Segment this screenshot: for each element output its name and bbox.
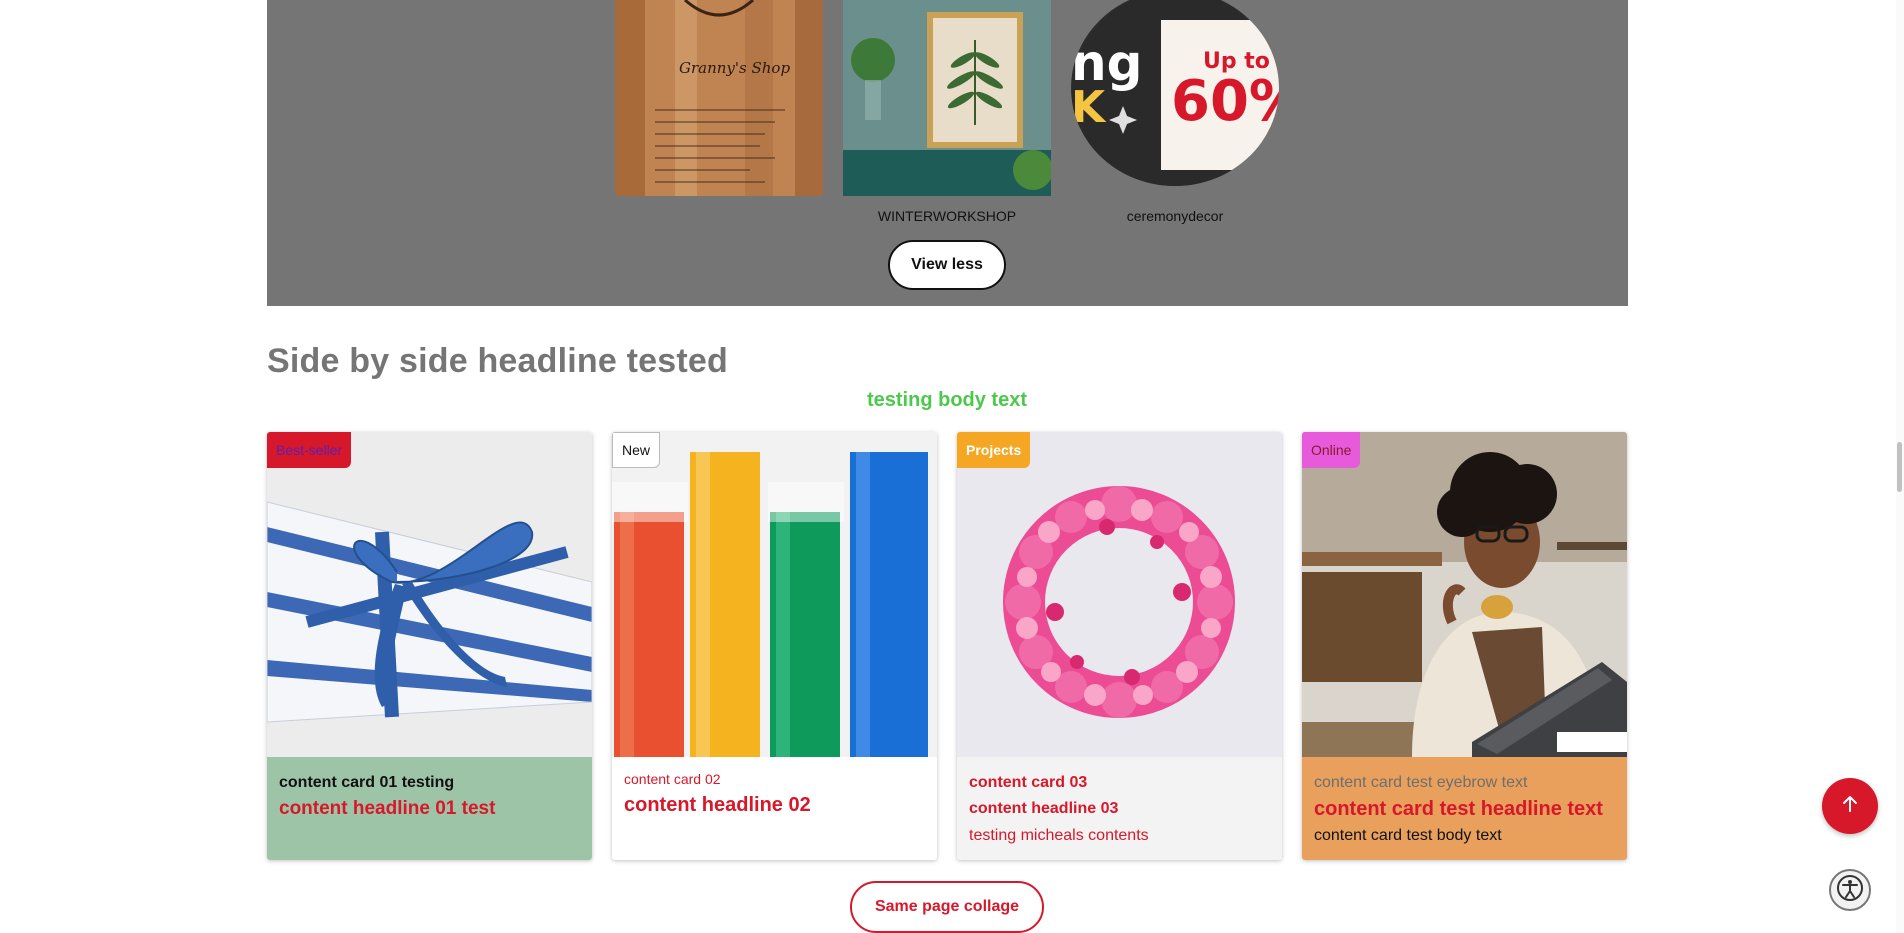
card-image-woman-laptop <box>1302 432 1627 757</box>
card-headline[interactable]: content headline 03 <box>969 795 1270 823</box>
content-card-04[interactable]: Online content card test eyebrow text co… <box>1302 432 1627 860</box>
sale-text-percent: 60% <box>1171 69 1279 134</box>
board-text-grannys: Granny's Shop <box>679 59 790 77</box>
card-headline[interactable]: content headline 01 test <box>279 795 580 823</box>
accessibility-icon <box>1836 874 1864 907</box>
card-eyebrow: content card 03 <box>969 774 1088 791</box>
content-card-01[interactable]: Best-seller content card 01 testing cont… <box>267 432 592 860</box>
card-content: content card 03 content headline 03 test… <box>957 757 1282 860</box>
card-image-pink-wreath <box>957 432 1282 757</box>
card-headline[interactable]: content card test headline text <box>1314 795 1615 823</box>
card-headline[interactable]: content headline 02 <box>624 791 925 819</box>
card-image-gift-wrap <box>267 432 592 757</box>
shop-image-framed-leaf <box>843 0 1051 196</box>
content-card-03[interactable]: Projects content card 03 content headlin… <box>957 432 1282 860</box>
card-image-vinyl-rolls <box>612 432 937 757</box>
arrow-up-icon <box>1840 794 1860 819</box>
scrollbar-thumb[interactable] <box>1897 442 1902 492</box>
card-body: testing micheals contents <box>969 827 1149 844</box>
section-title: Side by side headline tested <box>267 342 728 380</box>
card-content: content card test eyebrow text content c… <box>1302 757 1627 860</box>
card-badge: New <box>612 432 661 468</box>
shop-label-winterworkshop[interactable]: WINTERWORKSHOP <box>837 208 1057 224</box>
card-eyebrow: content card test eyebrow text <box>1314 774 1528 791</box>
view-less-button[interactable]: View less <box>888 240 1006 290</box>
card-badge: Best-seller <box>267 432 352 468</box>
shop-label-ceremonydecor[interactable]: ceremonydecor <box>1065 208 1285 224</box>
card-eyebrow: content card 02 <box>624 771 721 787</box>
scroll-to-top-button[interactable] <box>1822 778 1878 834</box>
same-page-collage-button[interactable]: Same page collage <box>850 881 1044 933</box>
card-badge: Projects <box>957 432 1031 468</box>
card-content: content card 02 content headline 02 <box>612 757 937 860</box>
page-scrollbar[interactable] <box>1896 0 1904 933</box>
card-badge: Online <box>1302 432 1361 468</box>
accessibility-button[interactable] <box>1829 869 1871 911</box>
shop-image-cutting-board: Granny's Shop <box>615 0 823 196</box>
card-eyebrow: content card 01 testing <box>279 774 455 791</box>
card-content: content card 01 testing content headline… <box>267 757 592 860</box>
card-body: content card test body text <box>1314 827 1502 844</box>
section-body-text: testing body text <box>866 389 1027 411</box>
content-card-02[interactable]: New content card 02 content headline 02 <box>612 432 937 860</box>
